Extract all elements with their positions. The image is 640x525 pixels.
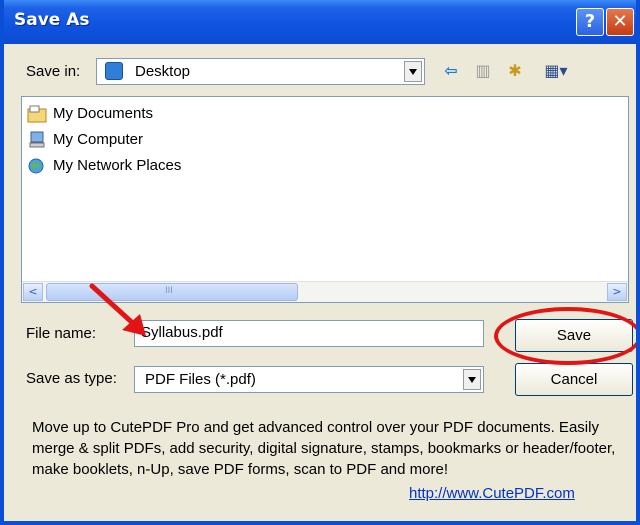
annotation-circle xyxy=(494,307,636,365)
file-list[interactable]: My Documents My Computer My Network Plac… xyxy=(21,96,629,303)
up-folder-icon[interactable]: ▥ xyxy=(472,60,494,82)
file-item-label: My Network Places xyxy=(53,157,182,174)
save-in-dropdown-button[interactable] xyxy=(404,61,422,82)
file-item-label: My Documents xyxy=(53,105,154,122)
save-as-type-value: PDF Files (*.pdf) xyxy=(145,371,256,388)
back-icon[interactable]: ⇦ xyxy=(440,60,462,82)
save-as-type-dropdown-button[interactable] xyxy=(463,369,481,390)
new-folder-icon[interactable]: ✱ xyxy=(504,60,526,82)
views-menu-icon[interactable]: ▦▾ xyxy=(536,60,576,82)
chevron-down-icon xyxy=(468,377,476,383)
title-bar[interactable]: Save As ? ✕ xyxy=(4,0,636,44)
window-title: Save As xyxy=(14,10,90,30)
my-computer-icon xyxy=(29,131,45,148)
save-as-type-dropdown[interactable]: PDF Files (*.pdf) xyxy=(134,366,484,393)
close-button[interactable]: ✕ xyxy=(606,8,634,36)
my-network-places-icon xyxy=(28,158,44,174)
save-in-label: Save in: xyxy=(26,63,81,80)
list-item[interactable]: My Computer xyxy=(25,129,325,151)
list-item[interactable]: My Network Places xyxy=(25,155,325,177)
help-button[interactable]: ? xyxy=(576,8,604,36)
file-item-label: My Computer xyxy=(53,131,144,148)
scroll-right-button[interactable]: > xyxy=(607,283,627,301)
save-as-dialog: Save As ? ✕ Save in: Desktop ⇦ ▥ ✱ ▦▾ My… xyxy=(0,0,640,525)
save-as-type-label: Save as type: xyxy=(26,370,117,387)
chevron-down-icon xyxy=(409,69,417,75)
save-in-dropdown[interactable]: Desktop xyxy=(96,58,425,85)
list-item[interactable]: My Documents xyxy=(25,103,325,125)
scroll-grip-icon: III xyxy=(165,286,173,296)
scroll-left-button[interactable]: < xyxy=(23,283,43,301)
save-in-value: Desktop xyxy=(135,63,191,80)
desktop-icon xyxy=(105,62,123,80)
cutepdf-link[interactable]: http://www.CutePDF.com xyxy=(409,485,575,502)
cancel-button[interactable]: Cancel xyxy=(515,363,633,396)
annotation-arrow-icon xyxy=(89,283,146,336)
promo-text: Move up to CutePDF Pro and get advanced … xyxy=(32,419,616,478)
file-name-input[interactable]: Syllabus.pdf xyxy=(134,320,484,347)
my-documents-icon xyxy=(27,105,47,123)
